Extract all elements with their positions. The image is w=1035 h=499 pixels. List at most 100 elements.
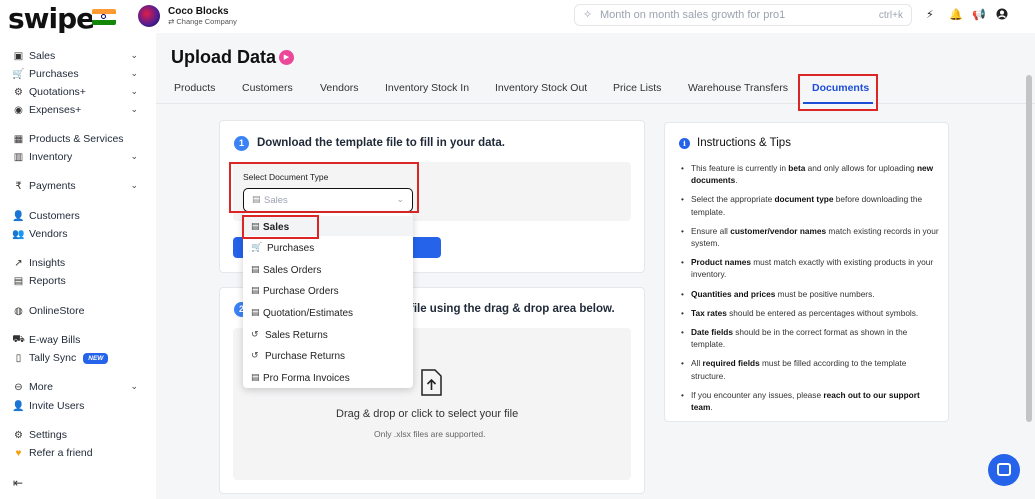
megaphone-icon[interactable]: 📢	[972, 8, 986, 21]
sidebar-item-payments[interactable]: ₹ Payments ⌄	[12, 178, 140, 194]
tab-inventory-stock-in[interactable]: Inventory Stock In	[385, 82, 469, 94]
cart-icon: 🛒	[251, 242, 263, 252]
instruction-tip: All required fields must be filled accor…	[681, 357, 939, 381]
sidebar-item-tally-sync[interactable]: ▯ Tally Sync NEW	[12, 350, 140, 366]
top-bar: swipe Coco Blocks ⇄ Change Company ✧ Mon…	[0, 0, 1035, 35]
option-pro-forma-invoices[interactable]: ▤ Pro Forma Invoices	[243, 367, 413, 387]
sidebar-item-refer-friend[interactable]: ♥ Refer a friend	[12, 445, 140, 461]
company-name[interactable]: Coco Blocks	[168, 6, 229, 17]
doc-icon: ▤	[251, 285, 260, 295]
account-icon[interactable]	[996, 8, 1008, 23]
sidebar-item-insights[interactable]: ↗ Insights	[12, 255, 140, 271]
sidebar-item-customers[interactable]: 👤 Customers	[12, 208, 140, 224]
upload-icon	[421, 369, 442, 396]
drop-zone-title: Drag & drop or click to select your file	[336, 408, 519, 420]
drop-zone-subtitle: Only .xlsx files are supported.	[374, 429, 486, 439]
lightning-icon[interactable]: ⚡	[926, 8, 934, 21]
play-video-icon[interactable]: ▶	[279, 50, 294, 65]
sidebar-item-inventory[interactable]: ▥ Inventory ⌄	[12, 149, 140, 165]
sidebar-item-label: Purchases	[29, 68, 79, 80]
instruction-tip: Tax rates should be entered as percentag…	[681, 307, 939, 319]
tab-vendors[interactable]: Vendors	[320, 82, 359, 94]
document-type-dropdown: ▤ Sales 🛒 Purchases ▤ Sales Orders ▤ Purchas…	[243, 213, 413, 388]
sidebar-item-label: Customers	[29, 210, 80, 222]
bell-icon[interactable]: 🔔	[949, 8, 963, 21]
chevron-down-icon: ⌄	[130, 381, 138, 391]
option-purchase-orders[interactable]: ▤ Purchase Orders	[243, 280, 413, 300]
option-sales-returns[interactable]: ↺ Sales Returns	[243, 324, 413, 344]
sidebar: ▣ Sales ⌄ 🛒 Purchases ⌄ ⚙ Quotations+ ⌄ ◉ Expen…	[0, 33, 156, 499]
chevron-down-icon: ⌄	[130, 50, 138, 60]
step1-title: Download the template file to fill in yo…	[257, 137, 505, 149]
scrollbar[interactable]	[1026, 75, 1032, 422]
tab-price-lists[interactable]: Price Lists	[613, 82, 661, 94]
return-icon: ↺	[251, 329, 259, 339]
page-title: Upload Data	[171, 47, 277, 67]
sidebar-item-sales[interactable]: ▣ Sales ⌄	[12, 48, 140, 64]
heart-icon: ♥	[15, 447, 22, 459]
chevron-down-icon: ⌄	[130, 68, 138, 78]
swipe-logo[interactable]: swipe	[8, 2, 95, 35]
sidebar-item-reports[interactable]: ▤ Reports	[12, 273, 140, 289]
inventory-icon: ▥	[13, 151, 24, 163]
option-label: Pro Forma Invoices	[263, 373, 350, 384]
wallet-icon: ◉	[14, 104, 23, 116]
sidebar-item-label: Vendors	[29, 228, 68, 240]
sidebar-item-label: Reports	[29, 275, 66, 287]
sidebar-item-label: Invite Users	[29, 400, 85, 412]
instruction-tip: Ensure all customer/vendor names match e…	[681, 225, 939, 249]
doc-icon: ▤	[251, 264, 260, 274]
sidebar-item-label: More	[29, 381, 53, 393]
cash-icon: ▣	[13, 50, 24, 62]
search-placeholder: Month on month sales growth for pro1	[600, 9, 786, 21]
select-highlight	[229, 162, 419, 213]
sidebar-item-products-services[interactable]: ▦ Products & Services	[12, 131, 140, 147]
sales-option-highlight	[242, 215, 319, 239]
instruction-tip: Product names must match exactly with ex…	[681, 256, 939, 280]
search-input[interactable]: ✧ Month on month sales growth for pro1 c…	[574, 4, 912, 26]
option-quotation-estimates[interactable]: ▤ Quotation/Estimates	[243, 302, 413, 322]
sidebar-item-label: Tally Sync	[29, 352, 77, 364]
tab-products[interactable]: Products	[174, 82, 215, 94]
sidebar-item-label: Sales	[29, 50, 56, 62]
user-icon: 👤	[12, 210, 25, 222]
company-avatar[interactable]	[138, 5, 160, 27]
tab-warehouse-transfers[interactable]: Warehouse Transfers	[688, 82, 788, 94]
sidebar-item-eway-bills[interactable]: ⛟ E-way Bills	[12, 332, 140, 348]
sidebar-item-onlinestore[interactable]: ◍ OnlineStore	[12, 303, 140, 319]
sidebar-item-invite-users[interactable]: 👤 Invite Users	[12, 398, 140, 414]
truck-icon: ⛟	[12, 333, 25, 345]
sidebar-item-label: Refer a friend	[29, 447, 93, 459]
instruction-tip: Quantities and prices must be positive n…	[681, 288, 939, 300]
sidebar-item-vendors[interactable]: 👥 Vendors	[12, 226, 140, 242]
cart-icon: 🛒	[12, 68, 25, 80]
option-label: Sales Returns	[265, 330, 328, 341]
option-label: Purchase Returns	[265, 351, 346, 362]
sidebar-item-label: E-way Bills	[29, 334, 81, 346]
chat-button[interactable]	[988, 454, 1020, 486]
documents-tab-highlight	[798, 74, 878, 111]
option-purchase-returns[interactable]: ↺ Purchase Returns	[243, 345, 413, 365]
sidebar-item-purchases[interactable]: 🛒 Purchases ⌄	[12, 66, 140, 82]
sidebar-item-more[interactable]: ⊖ More ⌄	[12, 379, 140, 395]
sidebar-item-expenses[interactable]: ◉ Expenses+ ⌄	[12, 102, 140, 118]
change-company-link[interactable]: ⇄ Change Company	[168, 17, 237, 26]
new-badge: NEW	[83, 352, 109, 364]
sidebar-item-label: Inventory	[29, 151, 73, 163]
sidebar-item-label: Insights	[29, 257, 66, 269]
info-icon: i	[679, 138, 690, 149]
chevron-down-icon: ⌄	[130, 180, 138, 190]
option-label: Quotation/Estimates	[263, 308, 354, 319]
sidebar-item-quotations[interactable]: ⚙ Quotations+ ⌄	[12, 84, 140, 100]
collapse-sidebar-icon[interactable]: ⇤	[13, 476, 23, 490]
option-sales-orders[interactable]: ▤ Sales Orders	[243, 259, 413, 279]
tab-bar: Products Customers Vendors Inventory Sto…	[156, 74, 1035, 104]
return-icon: ↺	[251, 350, 259, 360]
tab-inventory-stock-out[interactable]: Inventory Stock Out	[495, 82, 587, 94]
india-flag-icon	[92, 9, 116, 25]
more-icon: ⊖	[14, 381, 23, 393]
search-shortcut: ctrl+k	[878, 10, 903, 21]
sidebar-item-settings[interactable]: ⚙ Settings	[12, 427, 140, 443]
tab-customers[interactable]: Customers	[242, 82, 293, 94]
option-purchases[interactable]: 🛒 Purchases	[243, 237, 413, 257]
